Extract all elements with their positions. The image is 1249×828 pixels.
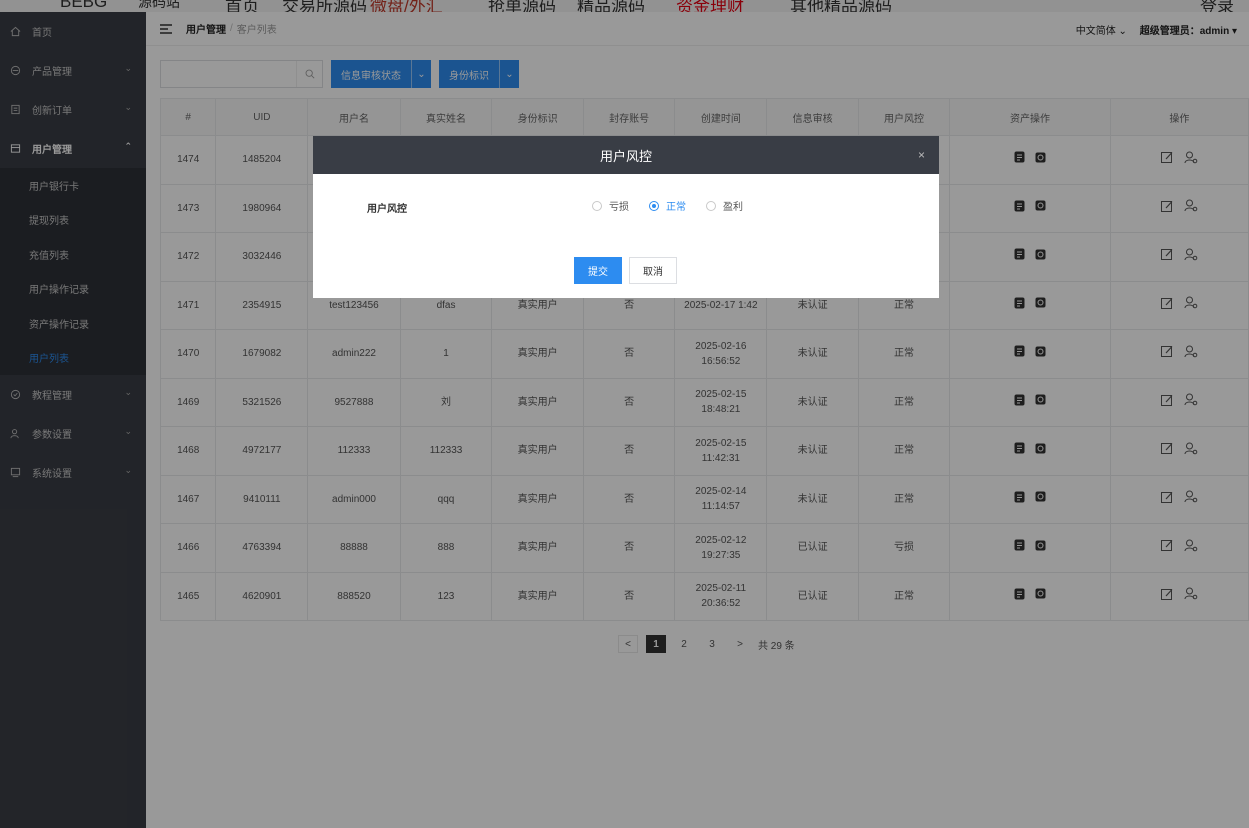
radio-circle xyxy=(592,200,602,211)
risk-control-modal: 用户风控 × 用户风控 亏损 正常 盈利 提交 取消 xyxy=(313,136,939,298)
radio-circle xyxy=(706,200,716,211)
radio-normal[interactable]: 正常 xyxy=(649,198,686,213)
radio-loss[interactable]: 亏损 xyxy=(592,198,629,213)
radio-label: 盈利 xyxy=(723,202,743,213)
radio-circle-checked xyxy=(649,200,659,211)
radio-profit[interactable]: 盈利 xyxy=(706,198,743,213)
modal-header: 用户风控 × xyxy=(313,136,939,174)
risk-radio-group: 亏损 正常 盈利 xyxy=(592,198,763,213)
risk-field-label: 用户风控 xyxy=(367,204,407,215)
close-icon[interactable]: × xyxy=(918,148,925,162)
submit-button[interactable]: 提交 xyxy=(574,257,622,284)
modal-overlay[interactable] xyxy=(0,0,1249,828)
cancel-button[interactable]: 取消 xyxy=(629,257,677,284)
radio-label: 亏损 xyxy=(609,202,629,213)
modal-title: 用户风控 xyxy=(599,148,652,164)
radio-label: 正常 xyxy=(666,202,686,213)
